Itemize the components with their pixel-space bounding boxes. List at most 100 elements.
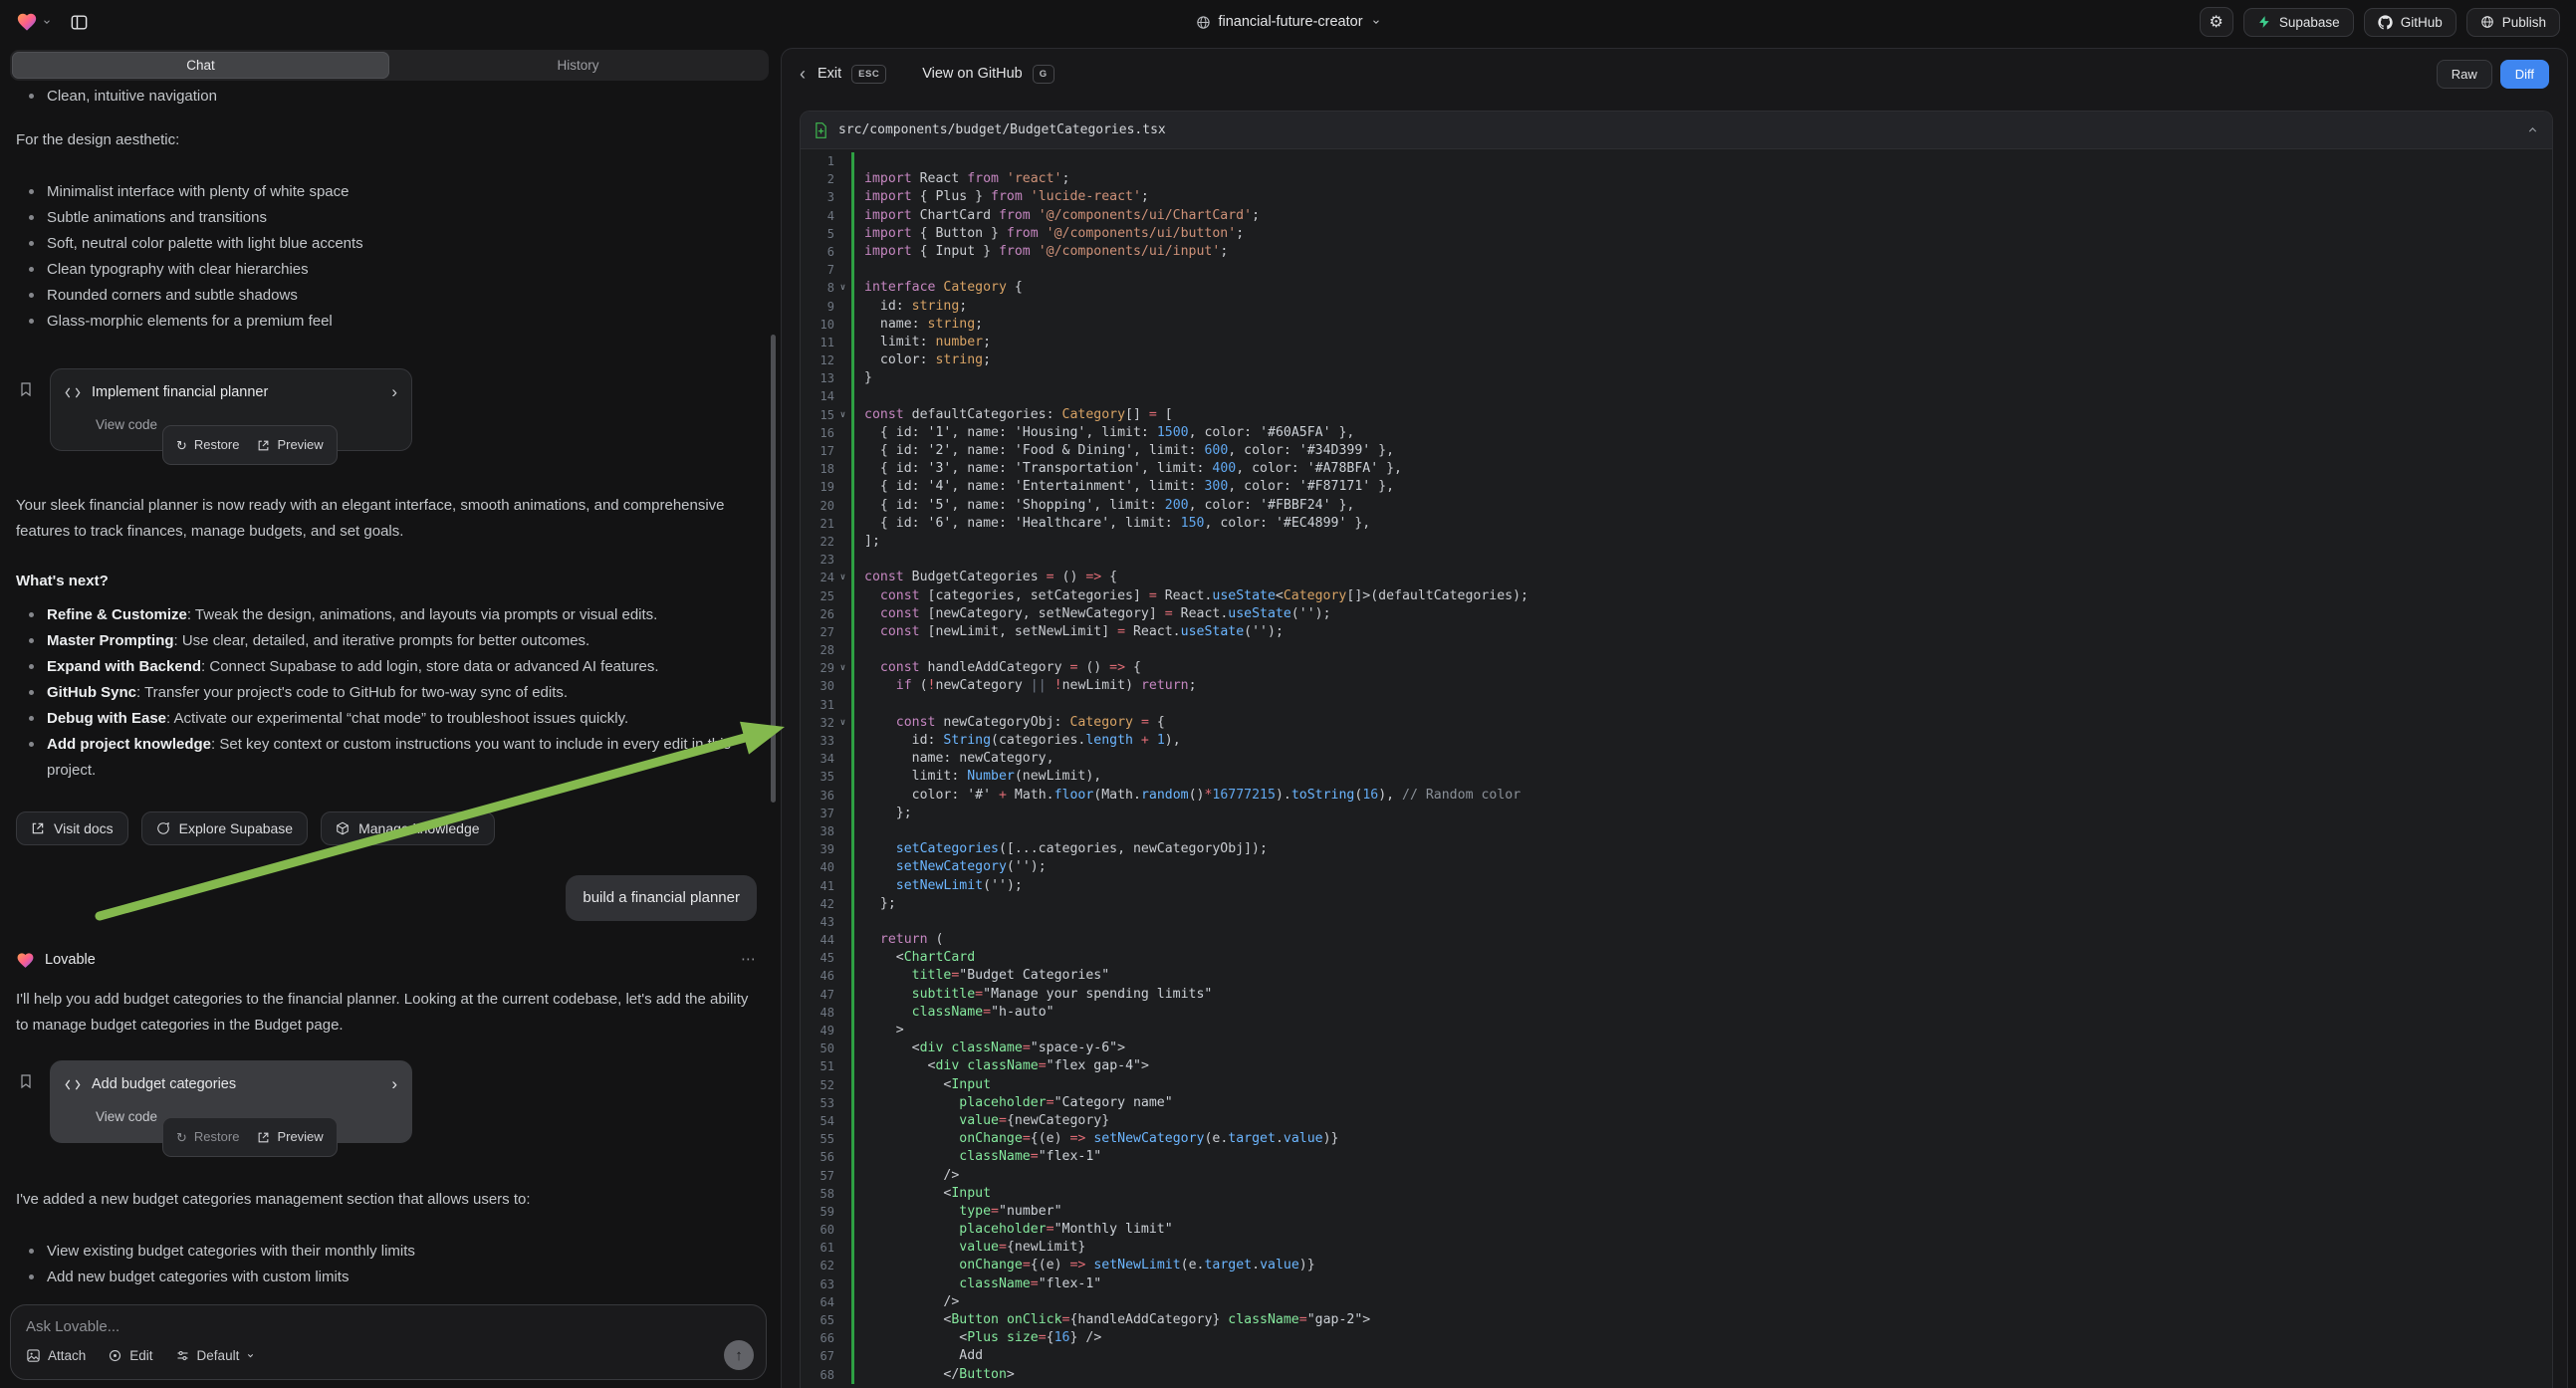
fold-gutter	[834, 1148, 851, 1166]
visit-docs-button[interactable]: Visit docs	[16, 811, 128, 845]
exit-button[interactable]: Exit	[818, 66, 841, 82]
diff-added-bar	[851, 967, 854, 985]
manage-knowledge-button[interactable]: Manage knowledge	[321, 811, 494, 845]
code-line: 39 setCategories([...categories, newCate…	[801, 840, 2552, 858]
bullet-icon	[29, 1249, 34, 1254]
tab-history[interactable]: History	[389, 52, 767, 79]
publish-button[interactable]: Publish	[2466, 8, 2560, 37]
chat-scrollbar[interactable]	[771, 335, 776, 803]
list-item: Each category gets a unique color for vi…	[16, 1290, 757, 1292]
version-title: Implement financial planner	[92, 379, 380, 405]
code-line: 64 />	[801, 1293, 2552, 1311]
raw-toggle-button[interactable]: Raw	[2437, 60, 2492, 89]
line-number: 46	[801, 967, 834, 985]
code-body[interactable]: 12import React from 'react';3import { Pl…	[801, 149, 2552, 1388]
edit-mode-button[interactable]: Edit	[108, 1348, 152, 1363]
version-card-actions: ↻Restore Preview	[162, 1117, 338, 1157]
fold-gutter	[834, 877, 851, 895]
message-menu-button[interactable]: ⋯	[741, 947, 757, 973]
version-card-add-budget-categories[interactable]: Add budget categories › View code ↻Resto…	[50, 1060, 412, 1143]
github-button[interactable]: GitHub	[2364, 8, 2457, 37]
code-line: 42 };	[801, 895, 2552, 913]
diff-added-bar	[851, 714, 854, 732]
code-line: 30 if (!newCategory || !newLimit) return…	[801, 677, 2552, 695]
line-number: 15	[801, 406, 834, 424]
settings-button[interactable]: ⚙	[2200, 7, 2233, 37]
fold-chevron-icon[interactable]: ∨	[834, 569, 851, 586]
diff-added-bar	[851, 497, 854, 515]
chat-scrollback[interactable]: Clean, intuitive navigation For the desi…	[0, 84, 773, 1292]
version-title: Add budget categories	[92, 1071, 380, 1097]
github-icon	[2378, 15, 2393, 30]
code-line: 60 placeholder="Monthly limit"	[801, 1221, 2552, 1239]
fold-chevron-icon[interactable]: ∨	[834, 406, 851, 424]
fold-gutter	[834, 1057, 851, 1075]
line-number: 13	[801, 369, 834, 387]
diff-added-bar	[851, 1239, 854, 1257]
code-line: 37 };	[801, 805, 2552, 822]
code-line: 18 { id: '3', name: 'Transportation', li…	[801, 460, 2552, 478]
line-number: 61	[801, 1239, 834, 1257]
diff-added-bar	[851, 732, 854, 750]
fold-gutter	[834, 1004, 851, 1022]
code-line: 62 onChange={(e) => setNewLimit(e.target…	[801, 1257, 2552, 1274]
code-icon	[65, 1078, 81, 1091]
line-number: 3	[801, 188, 834, 206]
preview-button[interactable]: Preview	[257, 1124, 323, 1150]
bullet-icon	[29, 293, 34, 298]
lovable-menu-button[interactable]	[16, 11, 52, 33]
topbar: financial-future-creator ⚙ Supabase GitH…	[0, 0, 2576, 44]
list-item: Master Prompting: Use clear, detailed, a…	[16, 628, 757, 654]
line-number: 12	[801, 351, 834, 369]
file-path: src/components/budget/BudgetCategories.t…	[838, 122, 1166, 137]
attach-button[interactable]: Attach	[26, 1348, 86, 1363]
restore-button[interactable]: ↻Restore	[176, 432, 239, 458]
restore-button[interactable]: ↻Restore	[176, 1124, 239, 1150]
fold-gutter	[834, 1257, 851, 1274]
model-selector[interactable]: Default	[175, 1348, 256, 1363]
code-line: 24∨const BudgetCategories = () => {	[801, 569, 2552, 586]
fold-gutter	[834, 967, 851, 985]
lovable-heart-icon	[16, 11, 38, 33]
project-name: financial-future-creator	[1218, 14, 1362, 30]
chat-panel: Chat History Clean, intuitive navigation…	[0, 44, 779, 1388]
explore-supabase-button[interactable]: Explore Supabase	[141, 811, 308, 845]
toggle-sidebar-button[interactable]	[68, 11, 91, 34]
suggestion-buttons: Visit docs Explore Supabase Manage knowl…	[16, 811, 757, 845]
bullet-icon	[29, 241, 34, 246]
line-number: 67	[801, 1347, 834, 1365]
project-selector[interactable]: financial-future-creator	[1195, 14, 1380, 30]
chat-input[interactable]: Ask Lovable...	[26, 1318, 751, 1335]
fold-chevron-icon[interactable]: ∨	[834, 279, 851, 297]
fold-gutter	[834, 261, 851, 279]
publish-globe-icon	[2480, 15, 2494, 29]
version-card-implement-financial-planner[interactable]: Implement financial planner › View code …	[50, 368, 412, 451]
diff-added-bar	[851, 1094, 854, 1112]
send-button[interactable]: ↑	[724, 1340, 754, 1370]
preview-button[interactable]: Preview	[257, 432, 323, 458]
fold-chevron-icon[interactable]: ∨	[834, 714, 851, 732]
esc-keycap: ESC	[851, 65, 886, 84]
bookmark-icon[interactable]	[18, 1073, 34, 1089]
line-number: 68	[801, 1366, 834, 1384]
diff-added-bar	[851, 949, 854, 967]
line-number: 59	[801, 1203, 834, 1221]
code-line: 38	[801, 822, 2552, 840]
tab-chat[interactable]: Chat	[12, 52, 389, 79]
line-number: 49	[801, 1022, 834, 1040]
supabase-button[interactable]: Supabase	[2243, 8, 2354, 37]
view-on-github-link[interactable]: View on GitHub	[922, 66, 1022, 82]
file-header[interactable]: src/components/budget/BudgetCategories.t…	[801, 112, 2552, 149]
diff-toggle-button[interactable]: Diff	[2500, 60, 2549, 89]
fold-gutter	[834, 298, 851, 316]
line-number: 43	[801, 913, 834, 931]
diff-added-bar	[851, 460, 854, 478]
fold-chevron-icon[interactable]: ∨	[834, 659, 851, 677]
collapse-file-button[interactable]	[2526, 123, 2539, 136]
code-line: 2import React from 'react';	[801, 170, 2552, 188]
line-number: 47	[801, 986, 834, 1004]
bookmark-icon[interactable]	[18, 381, 34, 397]
code-line: 44 return (	[801, 931, 2552, 949]
diff-added-bar	[851, 659, 854, 677]
diff-added-bar	[851, 931, 854, 949]
